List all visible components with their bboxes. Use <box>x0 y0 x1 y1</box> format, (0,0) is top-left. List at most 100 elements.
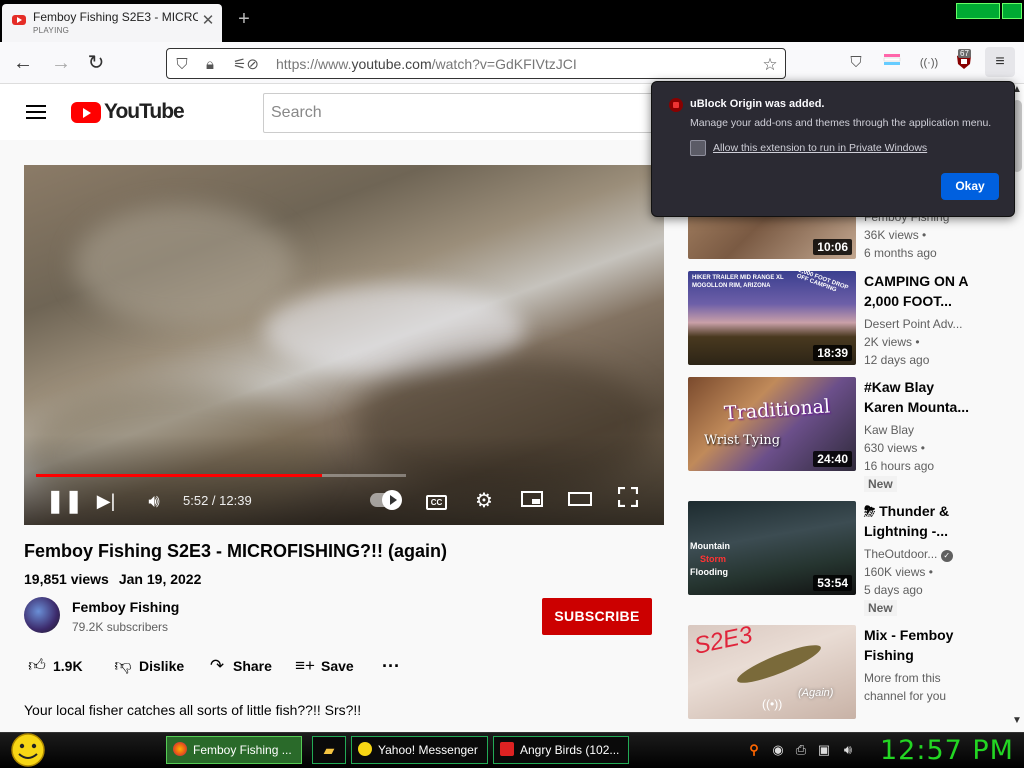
app-menu-button[interactable]: ≡ <box>985 47 1015 77</box>
more-actions-icon[interactable]: ··· <box>382 656 400 676</box>
taskbar-item-firefox[interactable]: Femboy Fishing ... <box>166 736 302 764</box>
video-player[interactable]: ❚❚ ▶| 🔊︎ 5:52 / 12:39 CC ⚙ <box>24 165 664 525</box>
search-placeholder: Search <box>271 104 322 121</box>
lock-icon[interactable]: 🔒︎ <box>201 56 219 74</box>
okay-button[interactable]: Okay <box>941 173 999 200</box>
private-windows-label[interactable]: Allow this extension to run in Private W… <box>713 142 927 154</box>
guide-menu-icon[interactable] <box>26 105 46 119</box>
new-badge: New <box>864 476 897 492</box>
tab-playing-label: PLAYING <box>33 26 70 35</box>
bookmark-star-icon[interactable]: ☆ <box>761 56 779 74</box>
ublock-origin-icon <box>669 98 683 112</box>
recommendation-item[interactable]: S2E3 (Again) ((•)) Mix - Femboy Fishing … <box>688 625 1008 725</box>
new-tab-button[interactable]: + <box>234 9 254 29</box>
network-indicator-icon <box>1002 3 1022 19</box>
dislike-button[interactable]: 👎︎ Dislike <box>113 656 184 676</box>
tab-title: Femboy Fishing S2E3 - MICROFISHING <box>33 10 198 24</box>
video-thumbnail[interactable]: Traditional Wrist Tying 24:40 <box>688 377 856 471</box>
recommendation-channel[interactable]: TheOutdoor... ✓ <box>864 547 953 562</box>
recommendation-title[interactable]: CAMPING ON A 2,000 FOOT... <box>864 271 974 311</box>
battery-indicator-icon <box>956 3 1000 19</box>
subscriber-count: 79.2K subscribers <box>72 620 169 634</box>
recommendation-age: 5 days ago <box>864 583 923 597</box>
recommendation-views: 2K views • <box>864 335 920 349</box>
share-button[interactable]: ↷ Share <box>207 656 272 676</box>
fullscreen-icon[interactable] <box>614 486 642 515</box>
reload-button[interactable]: ↻ <box>81 48 111 78</box>
video-thumbnail[interactable]: Mountain Storm Flooding 53:54 <box>688 501 856 595</box>
save-button[interactable]: ≡+ Save <box>295 656 354 676</box>
url-text[interactable]: https://www.youtube.com/watch?v=GdKFIVtz… <box>276 56 577 72</box>
upload-date: Jan 19, 2022 <box>118 571 202 587</box>
messenger-tray-icon[interactable]: ◉ <box>770 742 786 758</box>
captions-icon[interactable]: CC <box>426 495 447 510</box>
network-tray-icon[interactable]: ▣ <box>816 742 832 758</box>
container-tabs-icon[interactable] <box>881 52 903 74</box>
scroll-down-arrow-icon[interactable]: ▼ <box>1010 715 1024 729</box>
taskbar-item-yahoo-messenger[interactable]: Yahoo! Messenger <box>351 736 488 764</box>
recommendation-views: 160K views • <box>864 565 933 579</box>
folder-icon: ▰ <box>323 742 335 758</box>
yahoo-smiley-icon <box>358 742 372 756</box>
share-arrow-icon: ↷ <box>209 656 225 675</box>
mix-radio-icon: ((•)) <box>762 697 783 711</box>
search-tray-icon[interactable]: ⚲ <box>746 742 762 758</box>
printer-tray-icon[interactable]: ⎙ <box>793 742 809 758</box>
settings-gear-icon[interactable]: ⚙ <box>470 487 498 515</box>
volume-icon[interactable]: 🔊︎ <box>140 487 168 515</box>
search-input[interactable]: Search <box>263 93 663 133</box>
extension-icon[interactable]: ((·)) <box>918 52 940 74</box>
recommendation-title[interactable]: Mix - Femboy Fishing <box>864 625 974 665</box>
pocket-icon[interactable]: ⛉ <box>845 52 867 74</box>
duration-badge: 24:40 <box>813 451 852 467</box>
channel-avatar[interactable] <box>24 597 60 633</box>
forward-button[interactable]: → <box>46 48 76 78</box>
progress-bar-played[interactable] <box>36 474 322 477</box>
recommendation-item[interactable]: Traditional Wrist Tying 24:40 #Kaw Blay … <box>688 377 1008 495</box>
private-windows-checkbox[interactable] <box>690 140 706 156</box>
youtube-logo-text[interactable]: YouTube <box>104 100 185 124</box>
taskbar-item-angry-birds[interactable]: Angry Birds (102... <box>493 736 629 764</box>
like-count: 1.9K <box>53 658 83 674</box>
video-thumbnail[interactable]: HIKER TRAILER MID RANGE XL MOGOLLON RIM,… <box>688 271 856 365</box>
recommendation-title[interactable]: ⛈︎ Thunder & Lightning -... <box>864 501 976 541</box>
duration-badge: 10:06 <box>813 239 852 255</box>
next-video-icon[interactable]: ▶| <box>92 487 120 515</box>
thumbs-up-icon: 👍︎ <box>28 656 46 675</box>
save-playlist-icon: ≡+ <box>295 656 315 675</box>
like-button[interactable]: 👍︎ 1.9K <box>27 656 83 676</box>
pause-icon[interactable]: ❚❚ <box>46 487 83 515</box>
taskbar: Femboy Fishing ... ▰ Yahoo! Messenger An… <box>0 732 1024 768</box>
recommendation-title[interactable]: #Kaw Blay Karen Mounta... <box>864 377 974 417</box>
channel-name[interactable]: Femboy Fishing <box>72 599 179 615</box>
recommendation-item[interactable]: HIKER TRAILER MID RANGE XL MOGOLLON RIM,… <box>688 271 1008 371</box>
thunder-emoji-icon: ⛈︎ <box>864 503 880 519</box>
miniplayer-icon[interactable] <box>518 487 546 515</box>
url-bar[interactable]: ⛉ 🔒︎ ⚟⊘ https://www.youtube.com/watch?v=… <box>166 48 786 79</box>
recommendation-channel[interactable]: Desert Point Adv... <box>864 317 963 331</box>
tracking-protection-shield-icon[interactable]: ⛉ <box>173 56 191 74</box>
recommendation-channel[interactable]: Kaw Blay <box>864 423 914 437</box>
autoplay-toggle-knob[interactable] <box>382 490 402 510</box>
video-thumbnail[interactable]: S2E3 (Again) ((•)) <box>688 625 856 719</box>
recommendation-age: 12 days ago <box>864 353 930 367</box>
back-button[interactable]: ← <box>8 48 38 78</box>
taskbar-item-folder[interactable]: ▰ <box>312 736 346 764</box>
tab-close-icon[interactable]: ✕ <box>200 13 216 29</box>
firefox-icon <box>173 742 187 756</box>
recommendation-views: 630 views • <box>864 441 925 455</box>
thumbs-down-icon: 👎︎ <box>114 656 132 675</box>
volume-tray-icon[interactable]: 🔊︎ <box>840 742 856 758</box>
taskbar-clock: 12:57 PM <box>880 735 1014 766</box>
tab-active[interactable]: Femboy Fishing S2E3 - MICROFISHING PLAYI… <box>2 4 222 42</box>
video-title: Femboy Fishing S2E3 - MICROFISHING?!! (a… <box>24 541 448 561</box>
new-badge: New <box>864 600 897 616</box>
subscribe-button[interactable]: SUBSCRIBE <box>542 598 652 635</box>
recommendation-item[interactable]: Mountain Storm Flooding 53:54 ⛈︎ Thunder… <box>688 501 1008 619</box>
start-smiley-icon[interactable] <box>8 733 48 768</box>
youtube-logo-icon[interactable] <box>71 102 101 123</box>
permissions-icon[interactable]: ⚟⊘ <box>229 56 263 74</box>
video-meta: 19,851 views Jan 19, 2022 <box>24 571 211 587</box>
theater-mode-icon[interactable] <box>566 487 594 515</box>
view-count: 19,851 views <box>24 571 109 587</box>
